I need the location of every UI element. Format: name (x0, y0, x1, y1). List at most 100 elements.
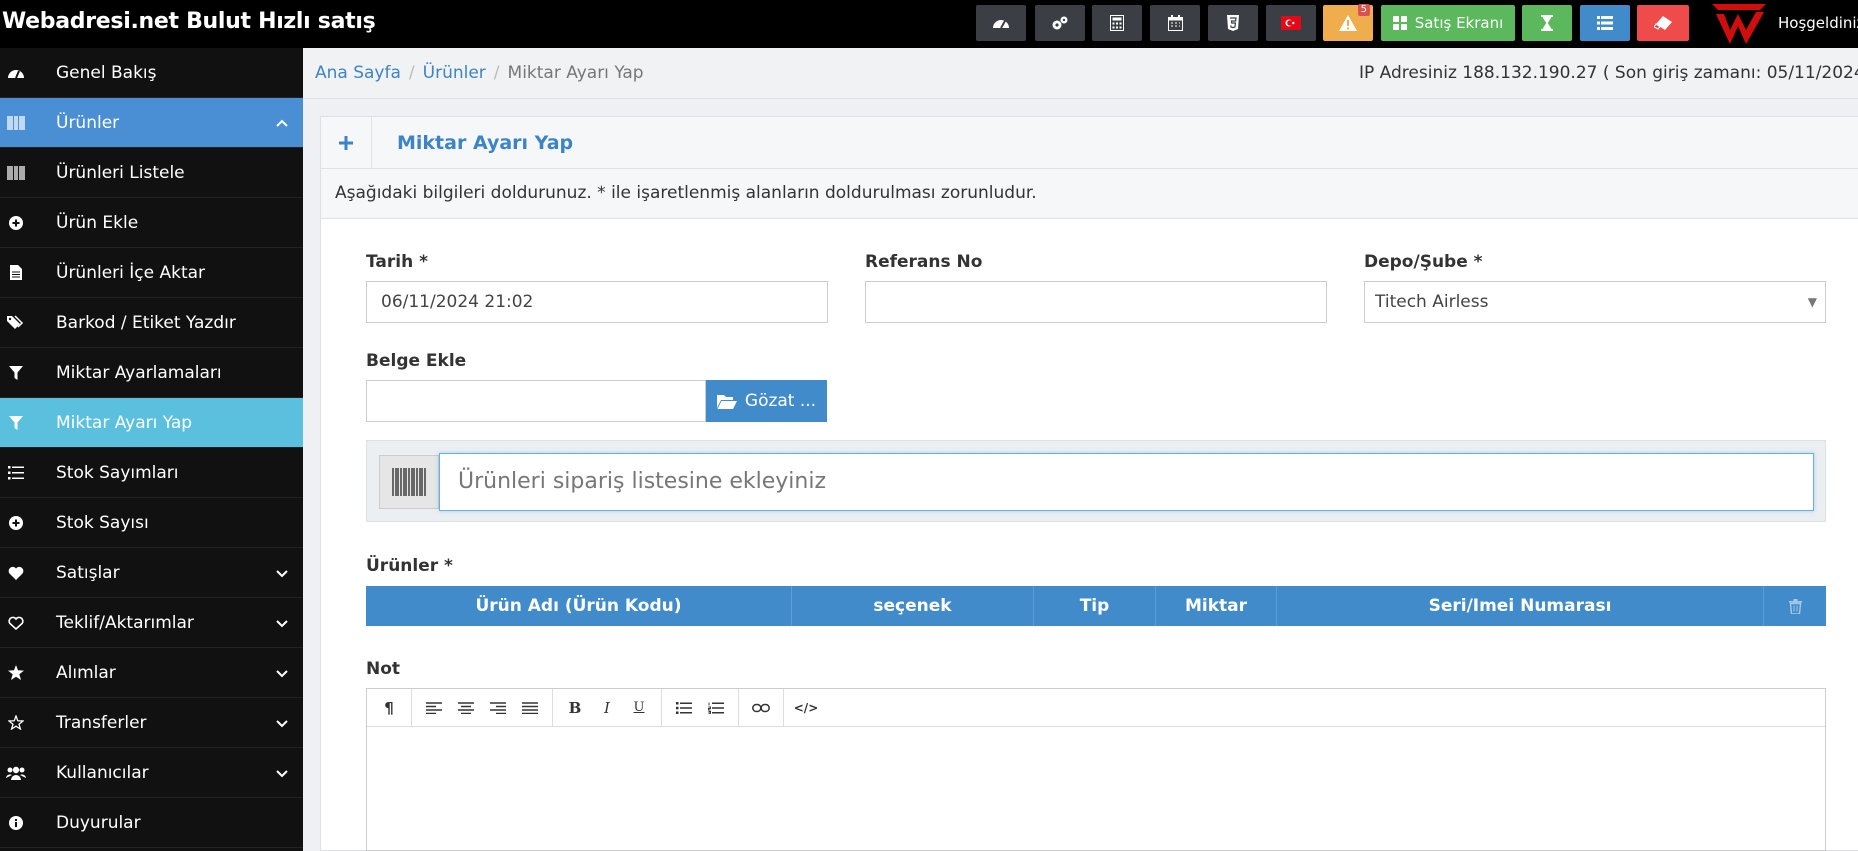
chevron-down-icon (276, 720, 288, 728)
sidebar-item-print-barcode[interactable]: Barkod / Etiket Yazdır (0, 298, 303, 348)
alerts-button[interactable]: 5 (1323, 4, 1373, 41)
panel-header: Miktar Ayarı Yap (321, 117, 1858, 169)
bold-button[interactable]: B (559, 693, 591, 723)
warehouse-label: Depo/Şube * (1364, 252, 1483, 272)
sidebar-item-label: Ürünler (56, 112, 120, 133)
dashboard-icon (993, 20, 1009, 29)
editor-group-code: </> (784, 689, 828, 727)
sidebar-item-stock-count[interactable]: Stok Sayısı (0, 498, 303, 548)
trash-icon (1788, 598, 1802, 614)
html5-button[interactable] (1208, 5, 1258, 41)
sidebar-item-users[interactable]: Kullanıcılar (0, 748, 303, 798)
editor-group-style: B I U (553, 688, 662, 727)
align-justify-button[interactable] (514, 693, 546, 723)
browse-button[interactable]: Gözat ... (706, 380, 827, 422)
sidebar-item-label: Satışlar (56, 562, 120, 583)
hourglass-icon (1541, 15, 1553, 31)
editor-group-align (412, 688, 553, 727)
file-icon (6, 263, 26, 283)
hourglass-button[interactable] (1522, 5, 1572, 41)
calendar-button[interactable] (1150, 5, 1200, 41)
sidebar-item-sales[interactable]: Satışlar (0, 548, 303, 598)
italic-icon: I (604, 698, 610, 717)
note-editor-content[interactable] (367, 727, 1825, 851)
editor-group-lists (662, 688, 739, 727)
paragraph-format-button[interactable]: ¶ (373, 693, 405, 723)
folder-open-icon (716, 394, 737, 409)
barcode-icon (6, 113, 26, 133)
turkish-flag-icon (1281, 16, 1301, 30)
filter-icon (6, 363, 26, 383)
welcome-text[interactable]: Hoşgeldiniz (1778, 0, 1858, 46)
breadcrumb-separator: / (408, 63, 415, 83)
bulleted-list-button[interactable] (668, 693, 700, 723)
settings-button[interactable] (1035, 5, 1085, 41)
column-header-serial[interactable]: Seri/Imei Numarası (1277, 586, 1764, 626)
warehouse-selected-value: Titech Airless (1375, 292, 1489, 312)
sales-screen-button[interactable]: Satış Ekranı (1381, 5, 1515, 41)
code-view-button[interactable]: </> (790, 693, 822, 723)
column-header-option[interactable]: seçenek (792, 586, 1034, 626)
column-header-quantity[interactable]: Miktar (1156, 586, 1277, 626)
note-editor: ¶ B I U </> (366, 688, 1826, 851)
grid-icon (1392, 16, 1407, 30)
sidebar-item-import-products[interactable]: Ürünleri İçe Aktar (0, 248, 303, 298)
editor-group-format: ¶ (367, 688, 412, 727)
reference-input[interactable] (865, 281, 1327, 323)
align-center-button[interactable] (450, 693, 482, 723)
calculator-button[interactable] (1092, 5, 1142, 41)
sidebar-item-label: Miktar Ayarlamaları (56, 362, 222, 383)
calculator-icon (1110, 15, 1124, 31)
sidebar-item-transfers[interactable]: Transferler (0, 698, 303, 748)
attachment-input[interactable] (366, 380, 706, 422)
breadcrumb-home[interactable]: Ana Sayfa (315, 63, 401, 83)
column-header-type[interactable]: Tip (1034, 586, 1156, 626)
app-title[interactable]: Webadresi.net Bulut Hızlı satış (2, 0, 376, 48)
numbered-list-icon (708, 701, 724, 714)
sidebar-item-announcements[interactable]: Duyurular (0, 798, 303, 848)
sidebar-item-quotes[interactable]: Teklif/Aktarımlar (0, 598, 303, 648)
plus-circle-icon (6, 213, 26, 233)
column-header-product-name[interactable]: Ürün Adı (Ürün Kodu) (366, 586, 792, 626)
sidebar-item-label: Alımlar (56, 662, 116, 683)
align-left-button[interactable] (418, 693, 450, 723)
sidebar-item-label: Kullanıcılar (56, 762, 149, 783)
product-search-input[interactable]: Ürünleri sipariş listesine ekleyiniz (439, 453, 1814, 511)
users-icon (6, 763, 26, 783)
warehouse-select[interactable]: Titech Airless ▼ (1364, 281, 1826, 323)
sidebar-item-list-products[interactable]: Ürünleri Listele (0, 148, 303, 198)
breadcrumb-products[interactable]: Ürünler (423, 63, 486, 83)
date-input[interactable]: 06/11/2024 21:02 (366, 281, 828, 323)
list-button[interactable] (1580, 5, 1630, 41)
browse-button-label: Gözat ... (744, 391, 817, 411)
sidebar-item-make-adjustment[interactable]: Miktar Ayarı Yap (0, 398, 303, 448)
sidebar-item-purchases[interactable]: Alımlar (0, 648, 303, 698)
sidebar-item-overview[interactable]: Genel Bakış (0, 48, 303, 98)
dashboard-button[interactable] (976, 5, 1026, 41)
star-icon (6, 663, 26, 683)
reference-label: Referans No (865, 252, 983, 272)
barcode-icon (379, 455, 439, 509)
sidebar-item-quantity-adjustments[interactable]: Miktar Ayarlamaları (0, 348, 303, 398)
numbered-list-button[interactable] (700, 693, 732, 723)
insert-link-button[interactable] (745, 693, 777, 723)
breadcrumb: Ana Sayfa / Ürünler / Miktar Ayarı Yap (315, 48, 644, 98)
sidebar-item-label: Duyurular (56, 812, 141, 833)
chevron-down-icon (276, 770, 288, 778)
html5-icon (1227, 15, 1239, 31)
underline-button[interactable]: U (623, 693, 655, 723)
sidebar-item-add-product[interactable]: Ürün Ekle (0, 198, 303, 248)
sidebar-item-products[interactable]: Ürünler (0, 98, 303, 148)
ip-info: IP Adresiniz 188.132.190.27 ( Son giriş … (1359, 63, 1858, 83)
eraser-button[interactable] (1637, 5, 1689, 41)
panel-toggle-button[interactable] (321, 117, 372, 169)
italic-button[interactable]: I (591, 693, 623, 723)
sidebar-item-label: Barkod / Etiket Yazdır (56, 312, 236, 333)
align-right-button[interactable] (482, 693, 514, 723)
alerts-count-badge: 5 (1357, 4, 1370, 16)
sidebar-item-stock-counts[interactable]: Stok Sayımları (0, 448, 303, 498)
bold-icon: B (568, 698, 582, 717)
align-justify-icon (522, 701, 538, 714)
language-button[interactable] (1266, 5, 1316, 41)
column-header-delete[interactable] (1764, 586, 1826, 626)
